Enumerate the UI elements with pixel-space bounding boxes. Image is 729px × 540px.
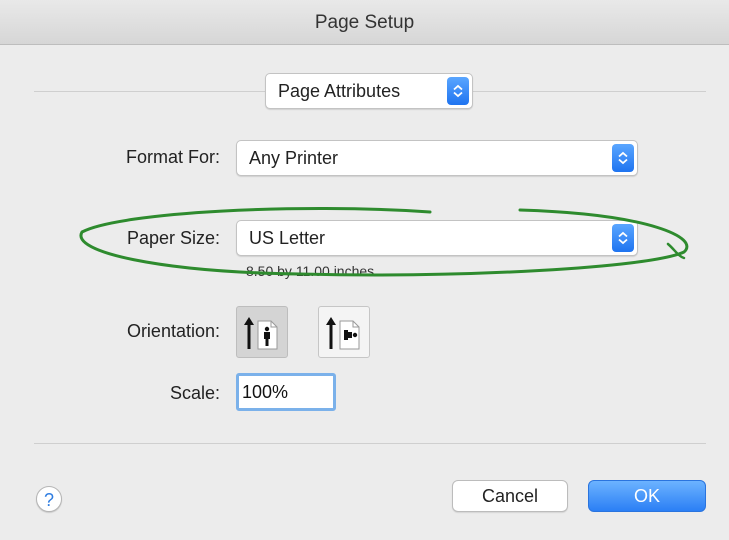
highlight-ellipse-annotation (79, 207, 689, 277)
page-setup-dialog: Page Setup Page Attributes Format For: A… (0, 0, 729, 540)
